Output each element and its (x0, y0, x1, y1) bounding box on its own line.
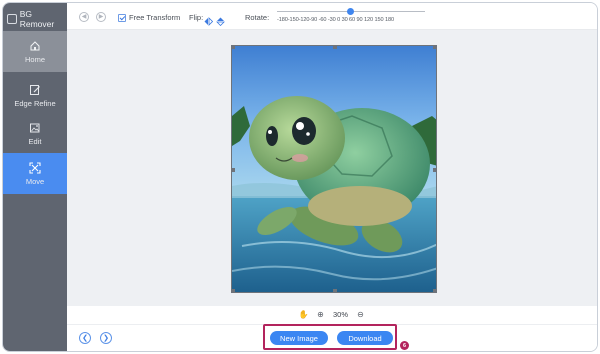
resize-handle-bottom[interactable] (333, 289, 337, 292)
hand-pan-icon[interactable]: ✋ (299, 310, 309, 319)
zoom-in-icon[interactable]: ⊕ (316, 310, 325, 319)
resize-handle-top-left[interactable] (232, 46, 235, 49)
chevron-left-icon: ❮ (82, 335, 88, 342)
app-window: BG Remover Home Edge Refine Edit Move ◀ … (2, 2, 598, 352)
sidebar-item-home[interactable]: Home (3, 31, 67, 72)
resize-handle-right[interactable] (433, 168, 436, 172)
sidebar-item-label: Edit (28, 136, 42, 146)
sidebar-item-label: Edge Refine (14, 98, 56, 108)
sidebar-item-label: Home (24, 54, 45, 64)
move-icon (29, 161, 41, 174)
resize-handle-bottom-left[interactable] (232, 289, 235, 292)
sidebar: BG Remover Home Edge Refine Edit Move (3, 3, 67, 351)
sidebar-item-move[interactable]: Move (3, 153, 67, 194)
rotate-label: Rotate: (245, 13, 270, 22)
zoom-out-icon[interactable]: ⊖ (356, 310, 365, 319)
app-title: BG Remover (19, 9, 55, 29)
zoom-controls: ✋ ⊕ 30% ⊖ (67, 307, 597, 321)
app-logo-icon (7, 14, 17, 24)
next-button[interactable]: ❯ (100, 332, 112, 344)
workspace (67, 30, 597, 306)
app-brand: BG Remover (7, 9, 67, 29)
rotate-slider[interactable]: -180-150-120-90 -60 -30 0 30 60 90 120 1… (277, 7, 425, 27)
resize-handle-top-right[interactable] (433, 46, 436, 49)
undo-icon: ◀ (81, 14, 87, 20)
flip-vertical-icon[interactable] (216, 13, 225, 31)
free-transform-label: Free Transform (129, 13, 181, 22)
bottom-bar: ❮ ❯ New Image Download 6 (67, 324, 597, 351)
home-icon (29, 40, 41, 52)
sidebar-item-edit[interactable]: Edit (3, 113, 67, 154)
top-toolbar: ◀ ▶ Free Transform Flip: Rotate: -180-15… (67, 3, 597, 30)
rotate-scale-labels: -180-150-120-90 -60 -30 0 30 60 90 120 1… (277, 17, 395, 23)
redo-button[interactable]: ▶ (96, 12, 106, 22)
flip-horizontal-icon[interactable] (204, 13, 214, 31)
edge-refine-icon (29, 84, 41, 96)
previous-button[interactable]: ❮ (79, 332, 91, 344)
resize-handle-top[interactable] (333, 46, 337, 49)
step-badge: 6 (400, 341, 409, 350)
image-canvas[interactable] (231, 45, 437, 293)
redo-icon: ▶ (98, 14, 104, 20)
rotate-slider-handle[interactable] (347, 8, 354, 15)
download-button[interactable]: Download (337, 331, 393, 345)
chevron-right-icon: ❯ (103, 335, 109, 342)
flip-label: Flip: (189, 13, 204, 22)
image-edit-icon (29, 122, 41, 134)
resize-handle-left[interactable] (232, 168, 235, 172)
undo-button[interactable]: ◀ (79, 12, 89, 22)
sidebar-item-edge-refine[interactable]: Edge Refine (3, 75, 67, 116)
zoom-level: 30% (332, 309, 348, 319)
free-transform-checkbox[interactable] (118, 14, 126, 22)
sidebar-item-label: Move (25, 176, 45, 186)
resize-handle-bottom-right[interactable] (433, 289, 436, 292)
new-image-button[interactable]: New Image (270, 331, 328, 345)
turtle-image (232, 46, 436, 292)
